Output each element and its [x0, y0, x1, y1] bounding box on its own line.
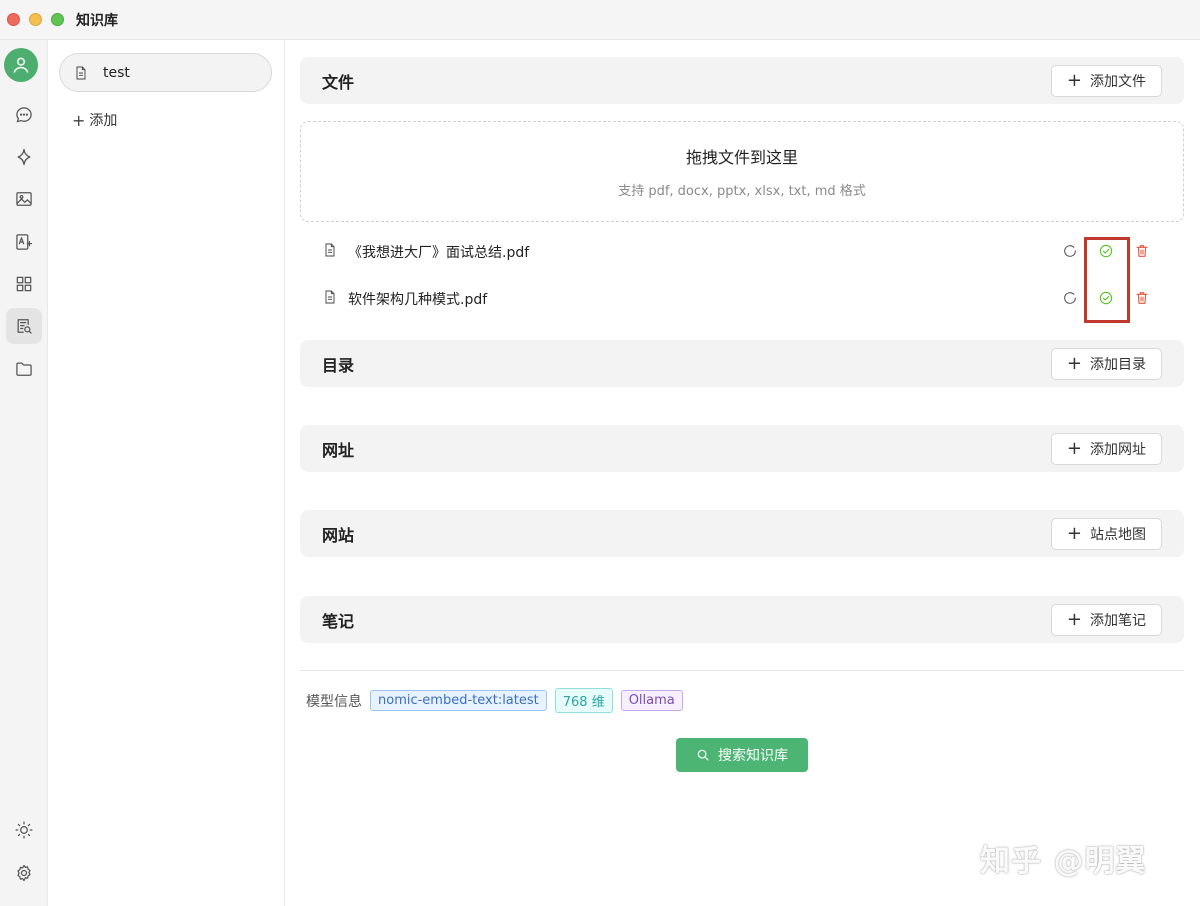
- refresh-icon[interactable]: [1062, 243, 1078, 263]
- apps-grid-icon: [16, 276, 32, 292]
- add-note-label: 添加笔记: [1090, 612, 1146, 629]
- rail-translate-button[interactable]: [6, 224, 42, 260]
- file-row: 《我想进大厂》面试总结.pdf: [322, 237, 1172, 267]
- add-note-button[interactable]: + 添加笔记: [1050, 603, 1162, 636]
- add-knowledge-base-button[interactable]: + 添加: [72, 110, 117, 130]
- rail-apps-button[interactable]: [6, 266, 42, 302]
- file-name: 《我想进大厂》面试总结.pdf: [348, 245, 530, 261]
- url-section-title: 网址: [322, 440, 355, 460]
- dropzone-subtitle: 支持 pdf, docx, pptx, xlsx, txt, md 格式: [618, 184, 866, 199]
- files-section-header: 文件 + 添加文件: [300, 57, 1184, 104]
- add-url-button[interactable]: + 添加网址: [1050, 432, 1162, 465]
- rail-files-button[interactable]: [6, 351, 42, 387]
- title-bar: 知识库: [0, 0, 1200, 40]
- plus-icon: +: [1066, 437, 1082, 459]
- url-section-header: 网址 + 添加网址: [300, 425, 1184, 472]
- knowledge-base-name: test: [103, 64, 130, 81]
- image-icon: [16, 192, 32, 206]
- minimize-window-button[interactable]: [29, 13, 42, 26]
- sitemap-button[interactable]: + 站点地图: [1050, 517, 1162, 550]
- plus-icon: +: [1066, 608, 1082, 630]
- rail-settings-button[interactable]: [6, 855, 42, 891]
- file-document-icon: [322, 242, 338, 262]
- window-controls: [7, 13, 64, 26]
- maximize-window-button[interactable]: [51, 13, 64, 26]
- window-title: 知识库: [76, 12, 118, 29]
- icon-rail: [0, 40, 48, 906]
- theme-sun-icon: [15, 821, 33, 839]
- notes-section-header: 笔记 + 添加笔记: [300, 596, 1184, 643]
- file-name: 软件架构几种模式.pdf: [348, 292, 488, 308]
- directory-section-title: 目录: [322, 355, 355, 375]
- plus-icon: +: [72, 110, 86, 130]
- delete-icon[interactable]: [1134, 290, 1150, 310]
- add-directory-button[interactable]: + 添加目录: [1050, 347, 1162, 380]
- plus-icon: +: [1066, 522, 1082, 544]
- search-icon: [697, 749, 709, 761]
- rail-knowledge-base-button[interactable]: [6, 308, 42, 344]
- folder-icon: [16, 362, 32, 376]
- model-info-label: 模型信息: [306, 693, 362, 710]
- file-dropzone[interactable]: 拖拽文件到这里 支持 pdf, docx, pptx, xlsx, txt, m…: [300, 121, 1184, 222]
- rail-chat-button[interactable]: [6, 97, 42, 133]
- knowledge-base-item[interactable]: test: [59, 53, 272, 92]
- search-knowledge-base-button[interactable]: 搜索知识库: [676, 738, 808, 772]
- files-section-title: 文件: [322, 72, 355, 92]
- plus-icon: +: [1066, 352, 1082, 374]
- sparkle-icon: [17, 148, 31, 166]
- website-section-header: 网站 + 站点地图: [300, 510, 1184, 557]
- plus-icon: +: [1066, 69, 1082, 91]
- user-icon: [13, 57, 29, 73]
- model-info: 模型信息 nomic-embed-text:latest 768 维 Ollam…: [306, 688, 683, 713]
- search-button-label: 搜索知识库: [718, 748, 788, 764]
- add-knowledge-base-label: 添加: [89, 113, 118, 129]
- knowledge-base-list: test + 添加: [48, 40, 285, 906]
- model-name-tag: nomic-embed-text:latest: [370, 690, 547, 711]
- sitemap-label: 站点地图: [1090, 526, 1146, 543]
- refresh-icon[interactable]: [1062, 290, 1078, 310]
- dimensions-tag: 768 维: [554, 688, 613, 713]
- delete-icon[interactable]: [1134, 243, 1150, 263]
- directory-section-header: 目录 + 添加目录: [300, 340, 1184, 387]
- add-file-label: 添加文件: [1090, 73, 1146, 90]
- rail-assistant-button[interactable]: [6, 139, 42, 175]
- rail-theme-button[interactable]: [6, 812, 42, 848]
- add-directory-label: 添加目录: [1090, 356, 1146, 373]
- website-section-title: 网站: [322, 525, 355, 545]
- close-window-button[interactable]: [7, 13, 20, 26]
- chat-icon: [16, 107, 32, 123]
- annotation-highlight-box: [1084, 237, 1130, 323]
- user-avatar[interactable]: [4, 48, 38, 82]
- watermark: 知乎 @明翼: [980, 844, 1147, 879]
- translate-icon: [16, 234, 33, 250]
- file-document-icon: [322, 289, 338, 309]
- file-row: 软件架构几种模式.pdf: [322, 284, 1172, 314]
- knowledge-base-icon: [17, 319, 32, 334]
- provider-tag: Ollama: [620, 690, 683, 711]
- divider: [300, 670, 1184, 671]
- document-icon: [76, 66, 86, 79]
- notes-section-title: 笔记: [322, 611, 355, 631]
- add-file-button[interactable]: + 添加文件: [1050, 64, 1162, 97]
- dropzone-title: 拖拽文件到这里: [685, 148, 798, 167]
- settings-gear-icon: [17, 864, 31, 882]
- main-panel: 文件 + 添加文件 拖拽文件到这里 支持 pdf, docx, pptx, xl…: [300, 40, 1184, 906]
- add-url-label: 添加网址: [1090, 441, 1146, 458]
- rail-image-button[interactable]: [6, 181, 42, 217]
